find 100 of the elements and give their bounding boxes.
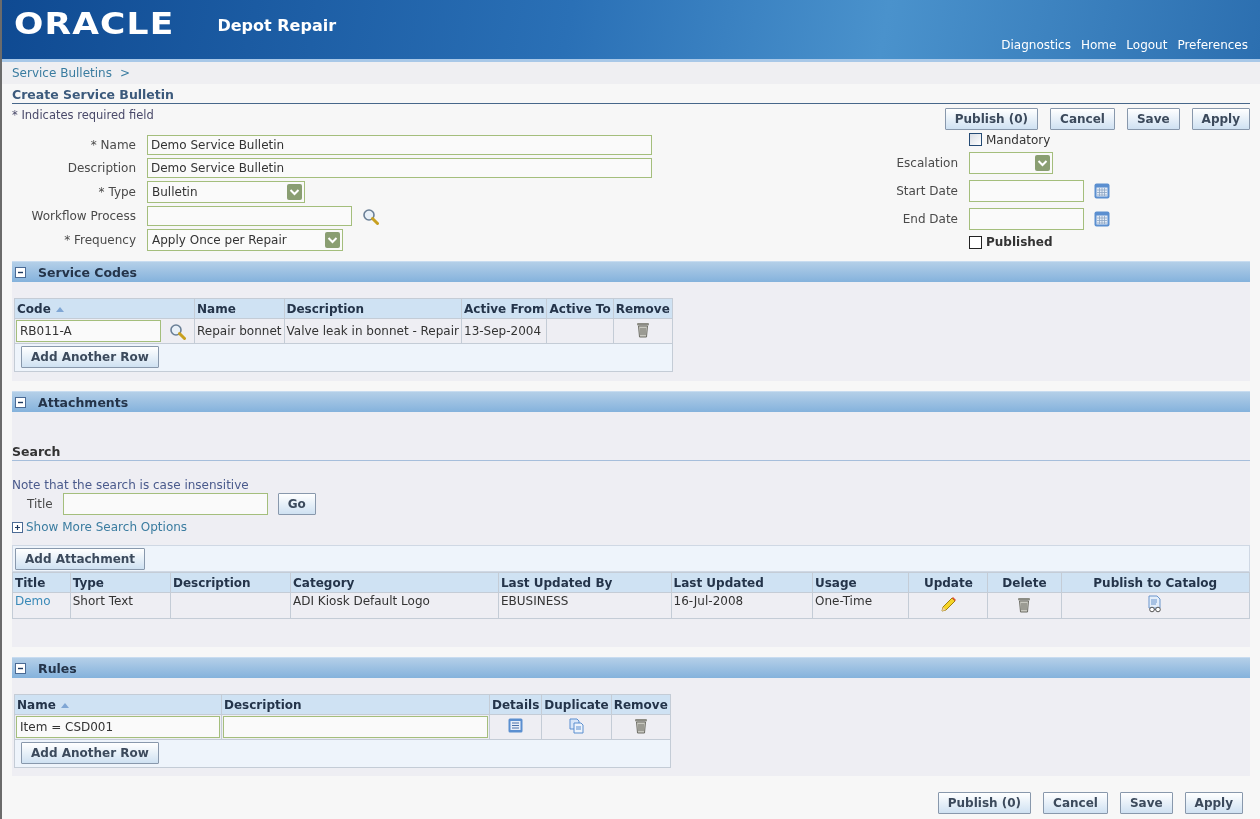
field-label: Workflow Process xyxy=(30,209,136,223)
rule-name-field[interactable]: Item = CSD001 xyxy=(16,716,220,738)
table-cell: ADI Kiosk Default Logo xyxy=(293,594,430,608)
column-header[interactable]: Remove xyxy=(611,694,671,715)
section-title: Attachments xyxy=(38,394,129,410)
sort-ascending-icon[interactable] xyxy=(60,701,70,709)
add-row-button[interactable]: Add Another Row xyxy=(21,346,159,368)
search-note: Note that the search is case insensitive xyxy=(12,478,250,492)
field-label: Escalation xyxy=(895,156,958,171)
section-title: Service Codes xyxy=(38,264,137,280)
column-header[interactable]: Publish to Catalog xyxy=(1061,572,1250,593)
checkbox[interactable] xyxy=(969,133,982,147)
code-field[interactable]: RB011-A xyxy=(16,320,161,342)
column-header[interactable]: Remove xyxy=(613,298,673,319)
column-header[interactable]: Last Updated By xyxy=(498,572,672,593)
column-header[interactable]: Duplicate xyxy=(541,694,612,715)
action-button[interactable]: Cancel xyxy=(1050,108,1115,130)
table-cell: Short Text xyxy=(72,594,133,608)
column-header[interactable]: Update xyxy=(908,572,988,593)
add-attachment-button[interactable]: Add Attachment xyxy=(15,548,146,570)
search-icon[interactable] xyxy=(362,207,379,225)
pencil-icon[interactable] xyxy=(939,595,957,613)
collapse-icon[interactable] xyxy=(15,266,26,278)
checkbox-label: Published xyxy=(986,235,1053,250)
action-button[interactable]: Save xyxy=(1119,792,1173,814)
calendar-icon[interactable] xyxy=(1094,210,1110,227)
table-cell: Repair bonnet xyxy=(197,324,282,338)
text-field[interactable]: Demo Service Bulletin xyxy=(147,158,652,178)
column-header[interactable]: Last Updated xyxy=(671,572,813,593)
app-title: Depot Repair xyxy=(217,16,337,35)
action-button[interactable]: Publish (0) xyxy=(944,108,1039,130)
title-field[interactable] xyxy=(62,493,268,515)
action-button[interactable]: Apply xyxy=(1191,108,1250,130)
column-header[interactable]: Category xyxy=(290,572,499,593)
table-cell: 13-Sep-2004 xyxy=(464,324,542,338)
column-header[interactable]: Description xyxy=(170,572,291,593)
table-cell: Valve leak in bonnet - Repair xyxy=(286,324,459,338)
select-field[interactable]: Bulletin xyxy=(147,181,305,203)
sort-ascending-icon[interactable] xyxy=(54,305,65,313)
trash-icon[interactable] xyxy=(635,321,650,338)
search-icon[interactable] xyxy=(169,322,186,340)
show-more-link[interactable]: Show More Search Options xyxy=(26,520,188,534)
date-field[interactable] xyxy=(969,207,1084,230)
duplicate-icon[interactable] xyxy=(569,717,584,734)
dropdown-icon[interactable] xyxy=(287,184,302,200)
breadcrumb-separator: > xyxy=(119,66,130,80)
column-header[interactable]: Name xyxy=(14,694,222,715)
table-cell: EBUSINESS xyxy=(500,594,569,608)
column-header[interactable]: Active From xyxy=(461,298,547,319)
column-header[interactable]: Type xyxy=(70,572,171,593)
column-header[interactable]: Delete xyxy=(987,572,1061,593)
breadcrumb-link[interactable]: Service Bulletins xyxy=(12,66,112,80)
column-header[interactable]: Code xyxy=(14,298,195,319)
select-field[interactable]: Apply Once per Repair xyxy=(147,229,343,251)
column-header[interactable]: Title xyxy=(12,572,71,593)
table-cell: 16-Jul-2008 xyxy=(673,594,744,608)
field-label: End Date xyxy=(901,211,958,226)
action-button[interactable]: Save xyxy=(1126,108,1180,130)
checkbox[interactable] xyxy=(969,235,982,249)
collapse-icon[interactable] xyxy=(15,662,26,674)
column-header[interactable]: Description xyxy=(284,298,462,319)
field-label: Title xyxy=(27,497,53,511)
trash-icon[interactable] xyxy=(633,717,648,734)
action-button[interactable]: Apply xyxy=(1184,792,1243,814)
date-field[interactable] xyxy=(969,180,1084,202)
global-link[interactable]: Preferences xyxy=(1177,38,1248,52)
global-link[interactable]: Diagnostics xyxy=(1001,38,1071,52)
field-label: * Frequency xyxy=(63,233,136,247)
required-note: * Indicates required field xyxy=(12,108,154,122)
expand-icon[interactable] xyxy=(12,521,23,533)
column-header[interactable]: Name xyxy=(194,298,284,319)
action-button[interactable]: Cancel xyxy=(1043,792,1108,814)
dropdown-icon[interactable] xyxy=(325,232,340,248)
subsection-title: Search xyxy=(12,444,1250,461)
column-header[interactable]: Details xyxy=(489,694,542,715)
table-cell: One-Time xyxy=(815,594,872,608)
column-header[interactable]: Usage xyxy=(812,572,909,593)
global-link[interactable]: Home xyxy=(1080,38,1117,52)
field-label: * Type xyxy=(97,185,136,199)
column-header[interactable]: Active To xyxy=(547,298,614,319)
collapse-icon[interactable] xyxy=(15,396,26,408)
field-label: * Name xyxy=(89,138,136,152)
action-button[interactable]: Publish (0) xyxy=(937,792,1032,814)
details-icon[interactable] xyxy=(508,718,524,733)
column-header[interactable]: Description xyxy=(221,694,490,715)
calendar-icon[interactable] xyxy=(1094,183,1110,199)
logo: ORACLE xyxy=(14,6,175,41)
global-link[interactable]: Logout xyxy=(1126,38,1168,52)
trash-icon[interactable] xyxy=(1017,595,1032,613)
go-button[interactable]: Go xyxy=(277,493,316,515)
dropdown-icon[interactable] xyxy=(1035,155,1050,172)
section-title: Rules xyxy=(38,660,77,676)
checkbox-label: Mandatory xyxy=(986,132,1051,147)
select-field[interactable] xyxy=(969,152,1053,175)
page-title: Create Service Bulletin xyxy=(12,87,1250,104)
field-label: Description xyxy=(66,161,136,175)
rule-description-field[interactable] xyxy=(223,716,488,738)
text-field[interactable] xyxy=(147,206,352,226)
add-row-button[interactable]: Add Another Row xyxy=(21,742,159,764)
text-field[interactable]: Demo Service Bulletin xyxy=(147,135,652,155)
